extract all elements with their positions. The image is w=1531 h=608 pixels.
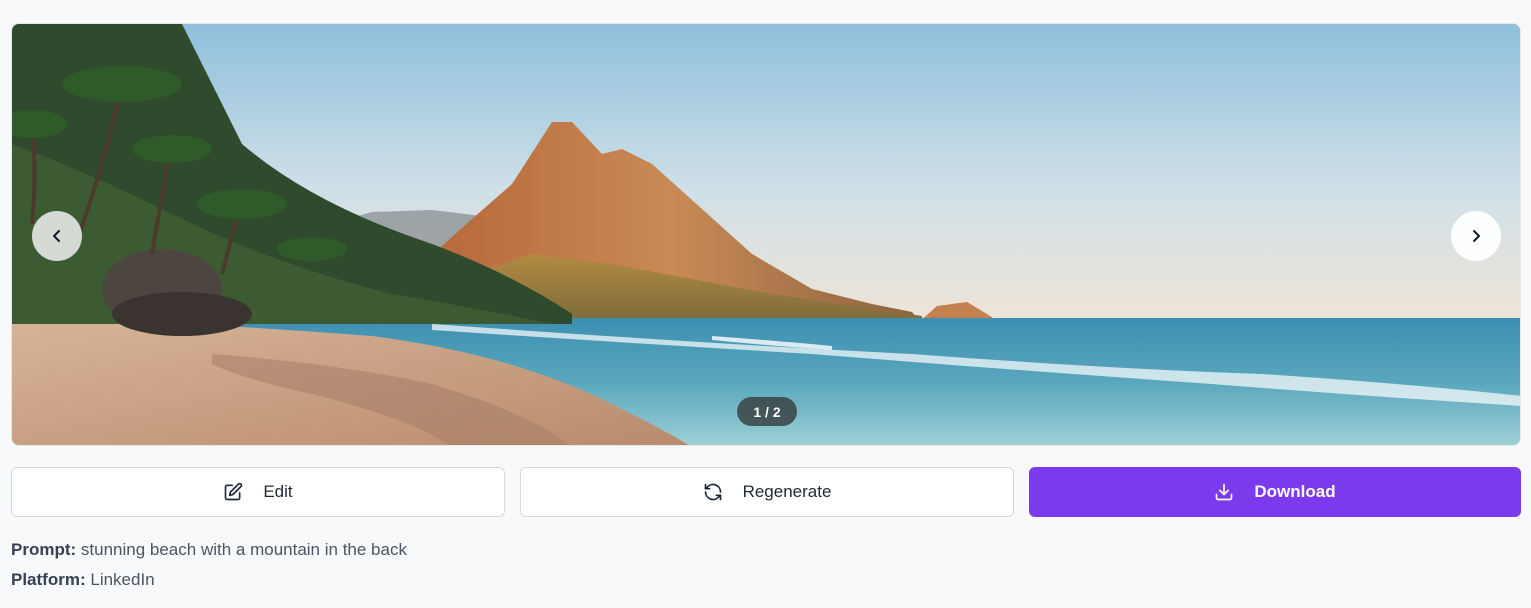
chevron-left-icon: [53, 230, 60, 242]
image-counter: 1 / 2: [737, 397, 797, 426]
download-button-label: Download: [1254, 482, 1336, 501]
regenerate-button-label: Regenerate: [742, 482, 832, 501]
regenerate-button[interactable]: Regenerate: [520, 467, 1014, 517]
platform-value: LinkedIn: [90, 570, 155, 589]
previous-image-button[interactable]: [32, 211, 82, 261]
chevron-right-icon: [1473, 230, 1480, 242]
refresh-icon: [703, 482, 723, 502]
generated-image: [12, 24, 1520, 445]
platform-info: Platform: LinkedIn: [11, 570, 155, 590]
download-button[interactable]: Download: [1029, 467, 1521, 517]
next-image-button[interactable]: [1451, 211, 1501, 261]
platform-label: Platform:: [11, 570, 86, 589]
prompt-info: Prompt: stunning beach with a mountain i…: [11, 540, 407, 560]
image-carousel: 1 / 2: [11, 23, 1521, 446]
action-bar: Edit Regenerate Download: [11, 467, 1521, 517]
download-icon: [1214, 482, 1234, 502]
prompt-label: Prompt:: [11, 540, 77, 559]
edit-button[interactable]: Edit: [11, 467, 505, 517]
edit-button-label: Edit: [263, 482, 293, 501]
edit-icon: [223, 482, 243, 502]
prompt-value: stunning beach with a mountain in the ba…: [80, 540, 407, 559]
